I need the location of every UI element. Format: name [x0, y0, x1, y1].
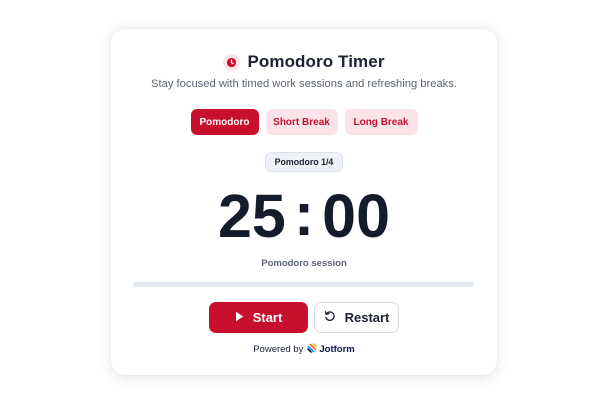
clock-icon [223, 53, 241, 71]
jotform-logo-icon [307, 343, 318, 356]
page-subtitle: Stay focused with timed work sessions an… [151, 78, 457, 90]
jotform-brand-text: Jotform [319, 344, 355, 355]
page-title: Pomodoro Timer [247, 52, 385, 71]
progress-bar [133, 282, 474, 287]
header: Pomodoro Timer [111, 51, 497, 73]
play-icon [235, 310, 244, 325]
timer-seconds: 00 [322, 181, 391, 250]
tab-pomodoro[interactable]: Pomodoro [190, 109, 259, 135]
timer-minutes: 25 [217, 181, 286, 250]
timer-separator: : [293, 179, 315, 248]
powered-by-text: Powered by [253, 344, 304, 355]
pomodoro-card: Pomodoro Timer Stay focused with timed w… [111, 29, 497, 375]
timer-actions: Start Restart [209, 302, 399, 333]
timer-display: 25 : 00 [111, 183, 497, 249]
restart-button[interactable]: Restart [314, 302, 399, 333]
tab-long-break[interactable]: Long Break [344, 109, 418, 135]
restart-button-label: Restart [344, 310, 390, 325]
session-label: Pomodoro session [261, 258, 347, 269]
tab-short-break[interactable]: Short Break [265, 109, 338, 135]
mode-tabs: Pomodoro Short Break Long Break [111, 109, 497, 135]
start-button[interactable]: Start [209, 302, 308, 333]
powered-by-footer: Powered by Jotform [111, 343, 497, 356]
restart-icon [324, 310, 336, 325]
session-count-badge: Pomodoro 1/4 [265, 152, 343, 172]
jotform-link[interactable]: Jotform [307, 343, 355, 356]
start-button-label: Start [252, 310, 283, 325]
